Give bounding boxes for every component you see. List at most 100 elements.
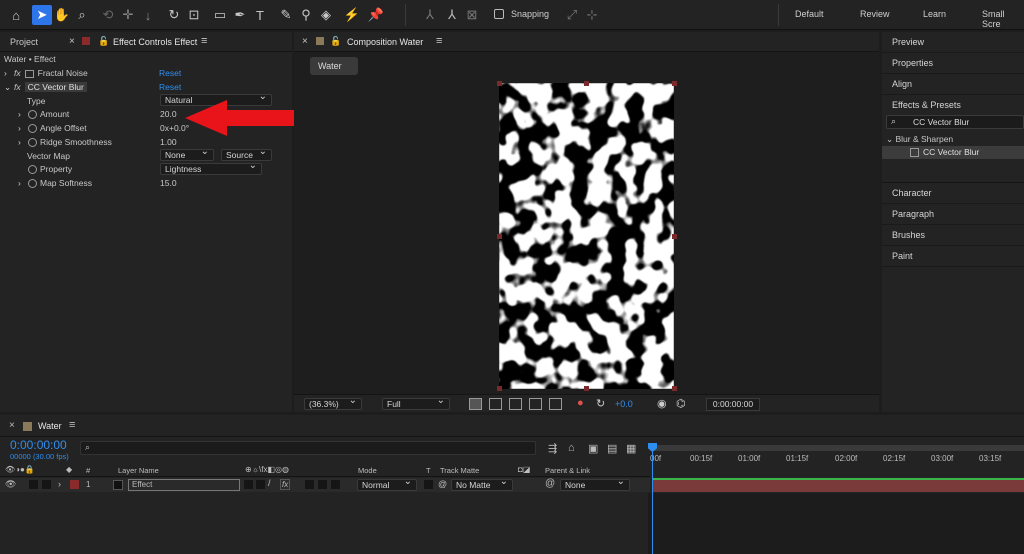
pan-behind-icon[interactable]: ⊡ <box>184 5 204 25</box>
guides-icon[interactable] <box>529 398 542 410</box>
brush-tool-icon[interactable]: ✎ <box>276 5 296 25</box>
switch-shy[interactable] <box>244 480 253 489</box>
reset-button[interactable]: Reset <box>159 82 181 92</box>
exposure-value[interactable]: +0.0 <box>615 399 633 409</box>
matte-link-icon[interactable]: @ <box>438 479 447 489</box>
eye-icon[interactable]: 👁 <box>5 479 16 490</box>
graph-editor-icon[interactable]: ▦ <box>626 442 636 455</box>
lock-icon[interactable]: 🔓 <box>98 36 109 47</box>
amount-value[interactable]: 20.0 <box>160 109 177 119</box>
stopwatch-icon[interactable] <box>28 110 37 120</box>
dolly-camera-icon[interactable]: ↓ <box>138 5 158 25</box>
tab-composition-water[interactable]: Composition Water <box>347 37 423 47</box>
ridge-smoothness-value[interactable]: 1.00 <box>160 137 177 147</box>
close-tab-icon[interactable]: × <box>9 420 15 431</box>
workspace-default[interactable]: Default <box>795 9 824 19</box>
chevron-right-icon[interactable]: › <box>18 137 28 147</box>
quality-slash-icon[interactable]: / <box>268 478 271 488</box>
parent-dropdown[interactable]: None <box>560 477 630 491</box>
comp-timecode[interactable]: 0:00:00:00 <box>706 398 760 411</box>
work-area-bar[interactable] <box>650 445 1024 451</box>
bound-handle[interactable] <box>497 81 502 86</box>
mask-visibility-icon[interactable] <box>509 398 522 410</box>
stopwatch-icon[interactable] <box>28 138 37 148</box>
chevron-down-icon[interactable]: ⌄ <box>886 134 893 144</box>
shy-layers-icon[interactable]: ▣ <box>588 442 598 455</box>
axis-local-icon[interactable]: ⅄ <box>420 5 440 25</box>
chevron-down-icon[interactable]: ⌄ <box>4 82 14 93</box>
snapshot-camera-icon[interactable]: ◉ <box>657 397 667 410</box>
chevron-right-icon[interactable]: › <box>4 68 14 78</box>
frame-blending-icon[interactable]: ▤ <box>607 442 617 455</box>
col-layer-name[interactable]: Layer Name <box>118 466 159 475</box>
pan-camera-icon[interactable]: ✛ <box>118 5 138 25</box>
panel-menu-icon[interactable]: ≡ <box>436 35 442 47</box>
selection-tool-icon[interactable]: ➤ <box>32 5 52 25</box>
layer-duration-bar[interactable] <box>652 478 1024 492</box>
panel-menu-icon[interactable]: ≡ <box>69 419 75 431</box>
pen-tool-icon[interactable]: ✒ <box>230 5 250 25</box>
property-dropdown[interactable]: Lightness <box>160 161 262 175</box>
orbit-camera-icon[interactable]: ⟲ <box>98 5 118 25</box>
fx-switch-icon[interactable]: fx <box>280 479 291 490</box>
panel-paint[interactable]: Paint <box>882 246 1024 267</box>
workspace-small-screen[interactable]: Small Scre <box>982 9 1024 29</box>
bound-handle[interactable] <box>584 81 589 86</box>
category-blur-sharpen[interactable]: ⌄ Blur & Sharpen <box>886 134 953 145</box>
composition-viewport[interactable] <box>499 83 674 389</box>
zoom-tool-icon[interactable]: ⌕ <box>72 5 92 25</box>
close-tab-icon[interactable]: × <box>69 36 75 47</box>
preserve-transparency-toggle[interactable] <box>424 480 433 489</box>
lock-icon[interactable]: 🔓 <box>330 36 341 47</box>
workspace-review[interactable]: Review <box>860 9 890 19</box>
panel-preview[interactable]: Preview <box>882 32 1024 53</box>
chevron-right-icon[interactable]: › <box>18 123 28 133</box>
eraser-tool-icon[interactable]: ◈ <box>316 5 336 25</box>
switch-collapse[interactable] <box>256 480 265 489</box>
tab-project[interactable]: Project <box>10 37 38 47</box>
audio-toggle[interactable] <box>29 480 38 489</box>
reset-exposure-icon[interactable]: ↻ <box>596 397 605 410</box>
layer-name-field[interactable]: Effect <box>128 479 240 491</box>
chevron-right-icon[interactable]: › <box>18 109 28 119</box>
puppet-pin-icon[interactable]: 📌 <box>366 5 386 25</box>
panel-menu-icon[interactable]: ≡ <box>201 35 207 47</box>
transparency-grid-icon[interactable] <box>489 398 502 410</box>
roto-brush-icon[interactable]: ⚡ <box>342 5 362 25</box>
toggle-mask-icon[interactable] <box>549 398 562 410</box>
effects-search-input[interactable]: ⌕ CC Vector Blur <box>886 115 1024 129</box>
playhead-line[interactable] <box>652 445 653 554</box>
snap-edges-icon[interactable]: ⤢ <box>562 5 582 25</box>
close-tab-icon[interactable]: × <box>302 36 308 47</box>
stopwatch-icon[interactable] <box>28 124 37 134</box>
effect-cc-vector-blur[interactable]: ⌄ fx CC Vector Blur Reset <box>4 82 292 93</box>
workspace-learn[interactable]: Learn <box>923 9 946 19</box>
bound-handle[interactable] <box>497 386 502 391</box>
chevron-right-icon[interactable]: › <box>58 479 61 489</box>
time-ruler[interactable]: 00f 00:15f 01:00f 01:15f 02:00f 02:15f 0… <box>650 445 1024 477</box>
timeline-search-input[interactable]: ⌕ <box>80 441 536 455</box>
switch-3d[interactable] <box>331 480 340 489</box>
draft-3d-icon[interactable]: ⌂ <box>568 442 575 454</box>
axis-world-icon[interactable]: ⅄ <box>442 5 462 25</box>
type-tool-icon[interactable]: T <box>250 5 270 25</box>
panel-brushes[interactable]: Brushes <box>882 225 1024 246</box>
layer-label-color[interactable] <box>70 480 79 489</box>
panel-effects-presets[interactable]: Effects & Presets <box>882 95 1024 116</box>
effect-result-row[interactable]: CC Vector Blur <box>882 146 1024 159</box>
axis-view-icon[interactable]: ⊠ <box>462 5 482 25</box>
layer-row[interactable]: 👁 › 1 Effect / fx Normal @ No Matte @ No… <box>0 477 650 492</box>
switch-motion-blur[interactable] <box>305 480 314 489</box>
bound-handle[interactable] <box>497 234 502 239</box>
panel-paragraph[interactable]: Paragraph <box>882 204 1024 225</box>
home-icon[interactable]: ⌂ <box>6 5 26 25</box>
fx-icon[interactable]: fx <box>14 82 21 92</box>
map-softness-value[interactable]: 15.0 <box>160 178 177 188</box>
hand-tool-icon[interactable]: ✋ <box>52 5 72 25</box>
vector-map-source-dropdown[interactable]: Source <box>221 147 272 161</box>
comp-navigator-chip[interactable]: Water <box>310 57 358 75</box>
current-timecode[interactable]: 0:00:00:00 <box>10 438 67 452</box>
solo-toggle[interactable] <box>42 480 51 489</box>
resolution-dropdown[interactable]: Full <box>382 396 450 410</box>
stopwatch-icon[interactable] <box>28 179 37 189</box>
